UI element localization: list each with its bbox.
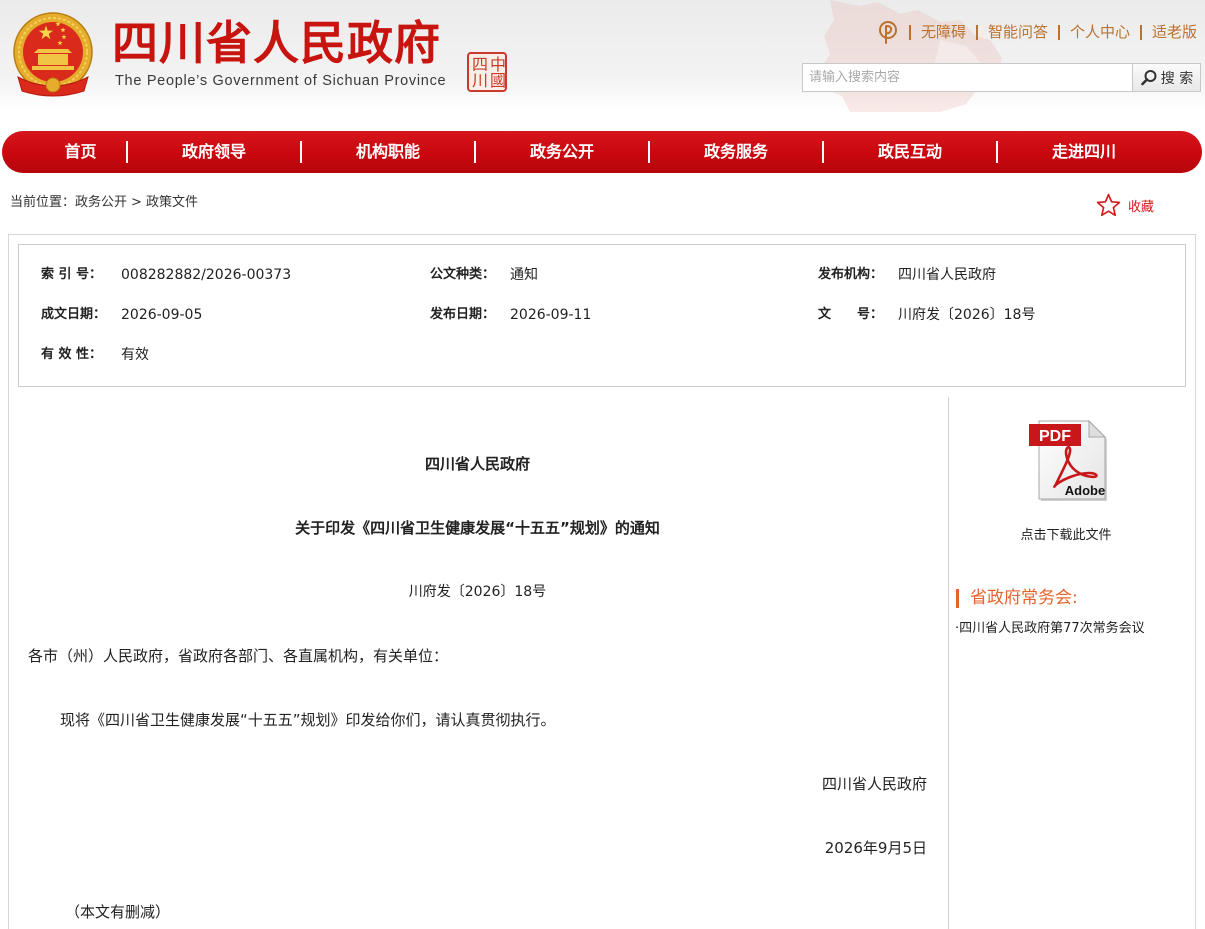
link-separator [1139, 24, 1142, 40]
metadata-value: 008282882/2026-00373 [121, 267, 292, 283]
breadcrumb-separator: > [131, 195, 142, 210]
metadata-value: 通知 [510, 267, 538, 283]
metadata-label: 有 效 性： [41, 347, 103, 362]
metadata-label: 文 号： [818, 307, 884, 322]
pin-icon-stem [884, 25, 893, 44]
search-icon[interactable] [1140, 69, 1158, 87]
site-subtitle: The People’s Government of Sichuan Provi… [115, 73, 447, 89]
metadata-doc-type: 公文种类： 通知 [430, 255, 818, 295]
section-item-link[interactable]: ·四川省人民政府第77次常务会议 [955, 620, 1145, 637]
metadata-publish-date: 发布日期： 2026-09-11 [430, 295, 818, 335]
metadata-value: 2026-09-05 [121, 307, 203, 323]
article-body: 四川省人民政府 关于印发《四川省卫生健康发展“十五五”规划》的通知 川府发〔20… [18, 432, 948, 929]
metadata-validity: 有 效 性： 有效 [41, 335, 430, 375]
article-paragraph: 现将《四川省卫生健康发展“十五五”规划》印发给你们，请认真贯彻执行。 [60, 711, 556, 729]
pdf-file-icon[interactable]: PDF Adobe [1027, 418, 1109, 502]
emblem-gate-roof [34, 49, 72, 53]
emblem-gate-base [32, 66, 74, 70]
search-icon-handle [1140, 77, 1149, 85]
main-nav: 首页 政府领导 机构职能 政务公开 政务服务 政民互动 走进四川 [2, 131, 1202, 173]
emblem-gate [32, 49, 74, 70]
site-header: 四川省人民政府 The People’s Government of Sichu… [0, 0, 1205, 112]
metadata-label: 发布日期： [430, 307, 496, 322]
search-input[interactable] [802, 63, 1133, 92]
national-emblem-icon [13, 12, 93, 97]
metadata-label: 索 引 号： [41, 267, 103, 282]
document-metadata: 索 引 号： 008282882/2026-00373 公文种类： 通知 发布机… [41, 255, 1118, 375]
metadata-row: 成文日期： 2026-09-05 发布日期： 2026-09-11 文 号： 川… [41, 295, 1118, 335]
metadata-row: 有 效 性： 有效 [41, 335, 1118, 375]
section-heading-bar [956, 589, 959, 608]
favorite-label[interactable]: 收藏 [1128, 196, 1154, 215]
smart-qa-link[interactable]: 智能问答 [988, 23, 1048, 41]
nav-item-gov-services[interactable]: 政务服务 [648, 131, 823, 173]
breadcrumb-prefix: 当前位置： [10, 195, 76, 210]
top-utility-links: 无障碍 智能问答 个人中心 适老版 [877, 20, 1197, 44]
metadata-value: 2026-09-11 [510, 307, 592, 323]
pdf-badge-label: PDF [1039, 428, 1071, 445]
article-date: 2026年9月5日 [824, 839, 927, 857]
pin-icon-circle [878, 21, 897, 39]
emblem-gate-body [38, 54, 68, 65]
adobe-wordmark: Adobe [1065, 483, 1105, 498]
site-title: 四川省人民政府 [112, 16, 441, 70]
metadata-document-number: 文 号： 川府发〔2026〕18号 [818, 295, 1118, 335]
link-separator [908, 24, 911, 40]
metadata-value: 四川省人民政府 [898, 267, 996, 283]
link-separator [975, 24, 978, 40]
search-button-label: 搜 索 [1160, 70, 1194, 87]
article-note: （本文有删减） [65, 903, 171, 921]
pin-icon[interactable] [877, 20, 899, 44]
metadata-issuing-agency: 发布机构： 四川省人民政府 [818, 255, 1118, 295]
metadata-label: 发布机构： [818, 267, 884, 282]
article-doc-number: 川府发〔2026〕18号 [408, 584, 547, 600]
breadcrumb-item-gov-affairs-open[interactable]: 政务公开 [75, 195, 127, 210]
metadata-value: 有效 [121, 347, 149, 363]
search-button[interactable]: 搜 索 [1133, 63, 1201, 92]
pdf-page-fold [1088, 419, 1107, 438]
emblem-gear [45, 77, 61, 93]
metadata-index-number: 索 引 号： 008282882/2026-00373 [41, 255, 430, 295]
metadata-value: 川府发〔2026〕18号 [898, 307, 1036, 323]
favorite-button[interactable]: 收藏 [1096, 192, 1154, 218]
nav-item-home[interactable]: 首页 [2, 131, 127, 173]
accessibility-link[interactable]: 无障碍 [921, 23, 966, 41]
section-heading-executive-meetings: 省政府常务会: [970, 588, 1078, 608]
breadcrumb-item-policy-documents[interactable]: 政策文件 [146, 195, 198, 210]
star-icon[interactable] [1096, 193, 1121, 218]
link-separator [1057, 24, 1060, 40]
elderly-mode-link[interactable]: 适老版 [1152, 23, 1197, 41]
china-sichuan-seal: 中國四川 [467, 52, 507, 92]
nav-item-gov-affairs-open[interactable]: 政务公开 [474, 131, 649, 173]
download-file-link[interactable]: 点击下载此文件 [949, 527, 1183, 545]
personal-center-link[interactable]: 个人中心 [1070, 23, 1130, 41]
nav-item-leaders[interactable]: 政府领导 [126, 131, 301, 173]
nav-item-institutions[interactable]: 机构职能 [300, 131, 475, 173]
column-divider [948, 397, 949, 929]
nav-item-interaction[interactable]: 政民互动 [822, 131, 997, 173]
metadata-row: 索 引 号： 008282882/2026-00373 公文种类： 通知 发布机… [41, 255, 1118, 295]
sichuan-map-background [820, 0, 1002, 112]
article-title: 关于印发《四川省卫生健康发展“十五五”规划》的通知 [295, 519, 660, 537]
metadata-written-date: 成文日期： 2026-09-05 [41, 295, 430, 335]
metadata-label: 公文种类： [430, 267, 496, 282]
metadata-label: 成文日期： [41, 307, 107, 322]
article-issuer: 四川省人民政府 [424, 455, 530, 473]
nav-item-about-sichuan[interactable]: 走进四川 [996, 131, 1171, 173]
star-icon-outline [1096, 193, 1121, 216]
breadcrumb: 当前位置：政务公开 > 政策文件 [10, 194, 198, 212]
article-salutation: 各市（州）人民政府，省政府各部门、各直属机构，有关单位： [28, 647, 449, 665]
article-signature: 四川省人民政府 [821, 775, 927, 793]
